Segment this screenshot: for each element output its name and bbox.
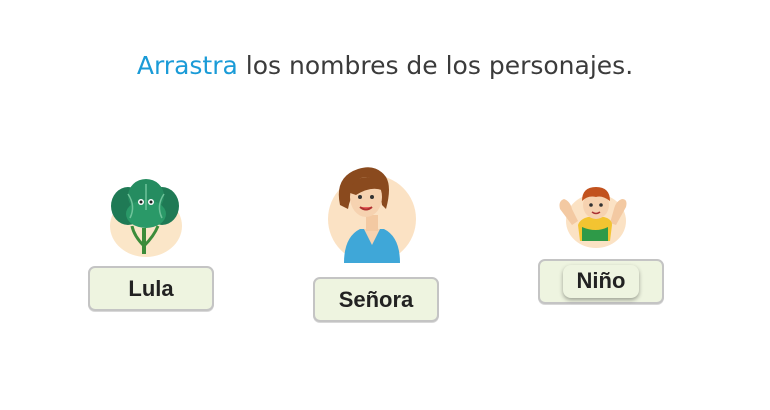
slot-label-lula: Lula [128,275,174,301]
instruction-text: Arrastra los nombres de los personajes. [0,51,770,80]
draggable-label-nino[interactable]: Niño [562,265,640,298]
character-senora [326,165,418,265]
lettuce-character-icon [110,179,182,257]
slot-label-senora: Señora [338,286,414,312]
slot-lula[interactable]: Lula [88,266,214,311]
instruction-rest: los nombres de los personajes. [237,50,634,80]
character-lula [106,176,186,260]
draggable-label-nino-text: Niño [576,268,626,293]
slot-nino[interactable]: Niño [538,259,664,304]
instruction-highlight: Arrastra [136,50,238,80]
boy-character-icon [559,187,627,248]
woman-character-icon [328,167,416,263]
character-nino [556,183,630,249]
slot-senora[interactable]: Señora [313,277,439,322]
